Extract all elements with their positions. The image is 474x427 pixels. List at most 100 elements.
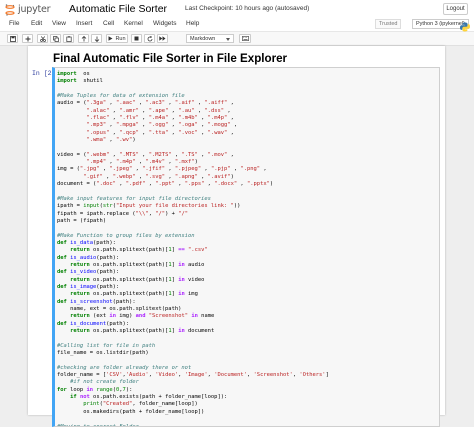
code-line: #Make Function to group files by extensi… — [57, 233, 439, 240]
code-line: def is_audio(path): — [57, 255, 439, 262]
cell-type-select[interactable]: Markdown — [186, 34, 234, 43]
code-line: os.makedirs(path + folder_name[loop]) — [57, 409, 439, 416]
code-line: video = (".webm" , ".MTS" , ".M2TS" , ".… — [57, 152, 439, 159]
menu-help[interactable]: Help — [186, 20, 199, 27]
code-line: def is_data(path): — [57, 240, 439, 247]
copy-button[interactable] — [50, 34, 61, 43]
play-icon — [108, 36, 113, 41]
code-line: import os — [57, 71, 439, 78]
code-line: fipath = ipath.replace ("\\", "/") + "/" — [57, 211, 439, 218]
menu-insert[interactable]: Insert — [76, 20, 92, 27]
code-line: ".opus" , ".qcp" , ".tta" , ".voc" , ".w… — [57, 130, 439, 137]
logout-button[interactable]: Logout — [443, 3, 468, 15]
code-line: for loop in range(0,7): — [57, 387, 439, 394]
code-line — [57, 335, 439, 342]
notebook-title[interactable]: Automatic File Sorter — [69, 3, 167, 15]
notebook-container: Final Automatic File Sorter in File Expl… — [28, 46, 445, 415]
code-line: #Calling list for file in path — [57, 343, 439, 350]
code-line: ".wma" , ".wv") — [57, 137, 439, 144]
fast-forward-icon — [159, 36, 166, 41]
command-palette-button[interactable] — [239, 34, 251, 43]
code-line: #Make input features for input file dire… — [57, 196, 439, 203]
checkpoint-status: Last Checkpoint: 10 hours ago (autosaved… — [185, 5, 309, 12]
code-line: if not os.path.exists(path + folder_name… — [57, 394, 439, 401]
code-line: ".alac" , ".amr" , ".ape" , ".au" , ".ds… — [57, 108, 439, 115]
restart-kernel-button[interactable] — [144, 34, 155, 43]
code-line — [57, 416, 439, 423]
save-icon — [10, 36, 16, 42]
restart-icon — [147, 36, 153, 42]
cell-type-value: Markdown — [190, 36, 215, 42]
move-up-button[interactable] — [78, 34, 89, 43]
code-line: ".mp4" , ".m4p" , ".m4v" , ".mxf") — [57, 159, 439, 166]
code-line — [57, 189, 439, 196]
menu-file[interactable]: File — [9, 20, 19, 27]
trusted-indicator[interactable]: Trusted — [375, 19, 401, 29]
plus-icon — [25, 36, 31, 42]
menu-view[interactable]: View — [52, 20, 66, 27]
code-line: def is_image(path): — [57, 284, 439, 291]
menu-cell[interactable]: Cell — [103, 20, 114, 27]
code-line: folder_name = ['CSV','Audio', 'Video', '… — [57, 372, 439, 379]
code-line: document = (".doc" , ".pdf" , ".ppt" , "… — [57, 181, 439, 188]
code-line — [57, 86, 439, 93]
code-line — [57, 144, 439, 151]
code-line: ".mp3" , ".mpga" , ".ogg" , ".oga" , ".m… — [57, 122, 439, 129]
code-line: def is_video(path): — [57, 269, 439, 276]
save-button[interactable] — [7, 34, 18, 43]
code-line: print("Created", folder_name[loop]) — [57, 401, 439, 408]
move-down-button[interactable] — [91, 34, 102, 43]
cut-button[interactable] — [37, 34, 48, 43]
code-line: audio = (".3ga" , ".aac" , ".ac3" , ".ai… — [57, 100, 439, 107]
code-line — [57, 357, 439, 364]
paste-button[interactable] — [63, 34, 74, 43]
copy-icon — [53, 36, 59, 42]
jupyter-logo[interactable]: jupyter — [5, 2, 50, 16]
run-label: Run — [115, 36, 125, 42]
run-button[interactable]: Run — [106, 34, 128, 43]
keyboard-icon — [242, 36, 249, 41]
code-line: #if not create folder — [57, 379, 439, 386]
code-line: #checking are folder already there or no… — [57, 365, 439, 372]
code-line: def is_screenshot(path): — [57, 299, 439, 306]
arrow-down-icon — [94, 36, 100, 42]
code-line: ipath = input(str("Input your file direc… — [57, 203, 439, 210]
menu-kernel[interactable]: Kernel — [124, 20, 143, 27]
arrow-up-icon — [81, 36, 87, 42]
code-line: #Make Tuples for data of extension file — [57, 93, 439, 100]
code-line: name, ext = os.path.splitext(path) — [57, 306, 439, 313]
code-line: return os.path.splitext(path)[1] in vide… — [57, 277, 439, 284]
paste-icon — [66, 36, 72, 42]
interrupt-kernel-button[interactable] — [131, 34, 142, 43]
code-line: return os.path.splitext(path)[1] == ".cs… — [57, 247, 439, 254]
menu-widgets[interactable]: Widgets — [153, 20, 176, 27]
scissors-icon — [40, 36, 46, 42]
code-line: #Moving to correct Folder — [57, 424, 439, 427]
toolbar: Run Markdown — [0, 32, 474, 46]
code-line: path = (fipath) — [57, 218, 439, 225]
menu-edit[interactable]: Edit — [31, 20, 42, 27]
jupyter-logo-icon — [5, 3, 15, 15]
code-editor[interactable]: import osimport shutil #Make Tuples for … — [55, 68, 439, 427]
kernel-name: Python 3 (ipykernel) — [416, 21, 465, 27]
chevron-down-icon — [226, 38, 230, 41]
code-line: ".gif" , ".webp" , ".svg" , ".apng" , ".… — [57, 174, 439, 181]
code-line: ".flac" , ".flv" , ".m4a" , ".m4b" , ".m… — [57, 115, 439, 122]
insert-cell-button[interactable] — [22, 34, 33, 43]
code-line: return (ext in img) and "Screenshot" in … — [57, 313, 439, 320]
jupyter-logo-text: jupyter — [18, 4, 50, 15]
code-line — [57, 225, 439, 232]
code-line: file_name = os.listdir(path) — [57, 350, 439, 357]
code-line: return os.path.splitext(path)[1] in img — [57, 291, 439, 298]
markdown-heading[interactable]: Final Automatic File Sorter in File Expl… — [53, 52, 287, 65]
stop-icon — [134, 36, 139, 41]
restart-run-all-button[interactable] — [157, 34, 168, 43]
code-cell-input[interactable]: import osimport shutil #Make Tuples for … — [52, 67, 440, 427]
code-line: import shutil — [57, 78, 439, 85]
code-line: def is_document(path): — [57, 321, 439, 328]
code-line: return os.path.splitext(path)[1] in audi… — [57, 262, 439, 269]
header: jupyter Automatic File Sorter Last Check… — [0, 0, 474, 18]
code-line: img = (".jpg" , ".jpeg" , ".jfif" , ".pj… — [57, 166, 439, 173]
menubar: File Edit View Insert Cell Kernel Widget… — [0, 18, 474, 32]
code-line: return os.path.splitext(path)[1] in docu… — [57, 328, 439, 335]
